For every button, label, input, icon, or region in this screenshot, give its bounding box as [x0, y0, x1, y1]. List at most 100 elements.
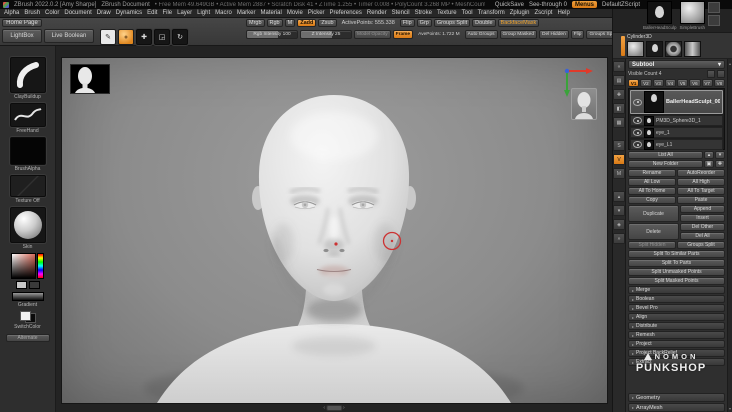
ave-points-readout[interactable]: AvePoints: 1.722 M: [415, 30, 463, 39]
menu-item[interactable]: Marker: [236, 10, 257, 16]
subtool-item[interactable]: eye_1: [630, 127, 723, 138]
menu-item[interactable]: Movie: [286, 10, 304, 16]
split-action-button[interactable]: Split To Similar Parts: [628, 250, 725, 258]
tool-thumb-cylinder[interactable]: [684, 41, 701, 57]
texture-thumbnail[interactable]: [9, 175, 46, 197]
subtool-item[interactable]: eye_L1: [630, 139, 723, 150]
menu-item[interactable]: Transform: [477, 10, 506, 16]
version-tab[interactable]: V1: [628, 79, 640, 87]
alpha-thumbnail[interactable]: [9, 137, 46, 165]
zsub-button[interactable]: Zsub: [318, 19, 337, 27]
subpalette-header[interactable]: ▸ Remesh: [628, 331, 725, 339]
gradient-selector[interactable]: Gradient: [11, 292, 44, 308]
list-all-button[interactable]: List All: [628, 151, 703, 159]
menu-item[interactable]: Picker: [307, 10, 326, 16]
split-view-icon[interactable]: ◧: [613, 103, 625, 114]
canvas-scrollbar[interactable]: ‹ ›: [323, 405, 345, 411]
home-page-button[interactable]: Home Page: [2, 19, 42, 27]
color-swatches[interactable]: [15, 281, 40, 289]
menu-item[interactable]: Stencil: [391, 10, 411, 16]
palette-section-header[interactable]: ▸ Geometry: [628, 393, 725, 402]
material-icon[interactable]: ◈: [613, 219, 625, 230]
scroll-right-icon[interactable]: ›: [343, 405, 345, 411]
menu-item[interactable]: Render: [366, 10, 388, 16]
strip-spacer[interactable]: [614, 131, 624, 137]
z-intensity-slider[interactable]: Z Intensity 25: [300, 30, 352, 39]
delete-button[interactable]: Delete: [628, 223, 679, 240]
menu-item[interactable]: Macro: [214, 10, 233, 16]
default-zscript-button[interactable]: DefaultZScript: [602, 2, 640, 8]
subpalette-header[interactable]: ▸ Extract: [628, 358, 725, 366]
menu-item[interactable]: File: [161, 10, 173, 16]
menu-item[interactable]: Material: [260, 10, 283, 16]
move-down-button[interactable]: ▾: [715, 151, 725, 159]
subtool-action-button[interactable]: All To Home: [628, 187, 676, 195]
menu-item[interactable]: Edit: [146, 10, 158, 16]
edge-down-icon[interactable]: ▾: [729, 406, 731, 411]
visibility-eye-icon[interactable]: [633, 129, 642, 136]
visibility-icon[interactable]: V: [613, 154, 625, 165]
list-icon[interactable]: ▤: [613, 75, 625, 86]
subtool-action-button[interactable]: AutoReorder: [677, 169, 725, 177]
subtool-item-selected[interactable]: BallerHeadSculpt_003: [630, 90, 723, 114]
menu-item[interactable]: Preferences: [329, 10, 363, 16]
alternate-button[interactable]: Alternate: [5, 334, 50, 342]
backface-mask-button[interactable]: BackfaceMask: [497, 19, 540, 27]
current-brush-preview[interactable]: SimpleBrush: [680, 1, 705, 30]
color-picker[interactable]: [11, 253, 44, 289]
split-hidden-button[interactable]: Split Hidden: [628, 241, 676, 249]
scroll-left-icon[interactable]: ‹: [323, 405, 325, 411]
move-gizmo-icon[interactable]: ✚: [613, 89, 625, 100]
recent-tool-thumb[interactable]: [708, 15, 721, 26]
alpha-selector[interactable]: BrushAlpha: [9, 137, 46, 172]
strip-spacer[interactable]: [614, 182, 624, 188]
subtool-action-button[interactable]: Rename: [628, 169, 676, 177]
document-canvas[interactable]: [62, 58, 607, 403]
model-opacity-button[interactable]: Model Opacity: [354, 30, 391, 39]
edge-up-icon[interactable]: ▴: [729, 61, 731, 66]
folder-icon-button[interactable]: ▣: [704, 160, 714, 168]
menu-item[interactable]: Brush: [23, 10, 41, 16]
frame-button[interactable]: Frame: [392, 30, 414, 39]
mask-icon[interactable]: M: [613, 168, 625, 179]
version-tab[interactable]: V5: [677, 79, 689, 87]
texture-selector[interactable]: Texture Off: [9, 175, 46, 204]
menu-item[interactable]: Draw: [96, 10, 112, 16]
groups-split-button[interactable]: Groups Split: [677, 241, 725, 249]
brush-edit-icon[interactable]: ✎: [100, 29, 116, 45]
color-hue-strip[interactable]: [37, 253, 44, 279]
menu-item[interactable]: Tool: [461, 10, 474, 16]
stroke-thumbnail[interactable]: [9, 103, 46, 127]
duplicate-button[interactable]: Duplicate: [628, 205, 679, 222]
split-action-button[interactable]: Split Unmasked Points: [628, 268, 725, 276]
color-sv-area[interactable]: [11, 253, 36, 279]
grid-icon[interactable]: ▦: [613, 117, 625, 128]
subpalette-header[interactable]: ▸ Boolean: [628, 295, 725, 303]
rotate-icon[interactable]: ↻: [172, 29, 188, 45]
menu-item[interactable]: Texture: [436, 10, 458, 16]
scale-icon[interactable]: ◲: [154, 29, 170, 45]
m-button[interactable]: M: [284, 19, 296, 27]
version-tab[interactable]: V8: [713, 79, 725, 87]
rgb-intensity-slider[interactable]: Rgb Intensity 100: [246, 30, 298, 39]
smooth-icon[interactable]: S: [613, 140, 625, 151]
active-points-readout[interactable]: ActivePoints: 555.338: [339, 19, 398, 27]
switch-color-icon[interactable]: [19, 311, 36, 323]
menu-item[interactable]: Document: [63, 10, 92, 16]
list-options-icon[interactable]: [707, 70, 715, 78]
collapse-tray-icon[interactable]: «: [613, 61, 625, 72]
mrgb-button[interactable]: Mrgb: [246, 19, 265, 27]
del-other-button[interactable]: Del Other: [680, 223, 725, 231]
menu-item[interactable]: Alpha: [3, 10, 20, 16]
subpalette-header[interactable]: ▸ Distribute: [628, 322, 725, 330]
insert-button[interactable]: Insert: [680, 214, 725, 222]
tool-thumb-ring[interactable]: [665, 41, 682, 57]
subpalette-header[interactable]: ▸ Align: [628, 313, 725, 321]
subpalette-header[interactable]: ▸ Bevel Pro: [628, 304, 725, 312]
canvas-area[interactable]: ‹ ›: [56, 46, 612, 412]
split-action-button[interactable]: Split To Parts: [628, 259, 725, 267]
palette-section-header[interactable]: ▸ ArrayMesh: [628, 403, 725, 412]
subpalette-header[interactable]: ▸ Merge: [628, 286, 725, 294]
version-tab[interactable]: V4: [664, 79, 676, 87]
del-hidden-button[interactable]: Del Hidden: [539, 30, 569, 39]
